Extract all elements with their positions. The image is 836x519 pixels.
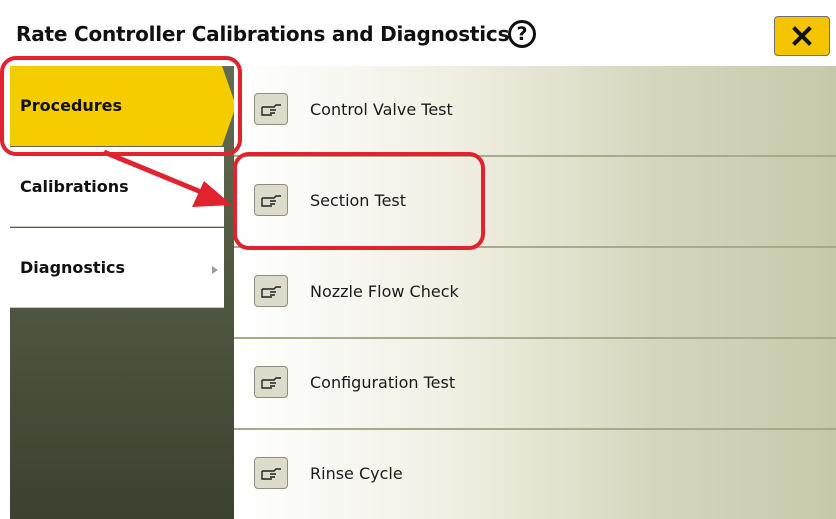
sidebar-item-calibrations[interactable]: Calibrations	[10, 147, 224, 227]
list-item-label: Control Valve Test	[310, 100, 453, 119]
list-item-label: Nozzle Flow Check	[310, 282, 459, 301]
hand-pointer-icon	[254, 275, 288, 307]
list-item-control-valve-test[interactable]: Control Valve Test	[234, 66, 836, 155]
list-item-configuration-test[interactable]: Configuration Test	[234, 339, 836, 428]
sidebar-item-label: Diagnostics	[20, 258, 126, 277]
close-x-icon	[792, 26, 812, 46]
help-icon[interactable]: ?	[508, 20, 536, 48]
list-item-label: Section Test	[310, 191, 407, 210]
hand-pointer-icon	[254, 366, 288, 398]
sidebar: Procedures Calibrations Diagnostics	[10, 66, 236, 519]
list-item-label: Rinse Cycle	[310, 464, 403, 483]
sidebar-item-label: Procedures	[20, 96, 123, 115]
sidebar-item-label: Calibrations	[20, 177, 129, 196]
hand-pointer-icon	[254, 93, 288, 125]
procedure-list: Control Valve Test Section Test Nozzle F…	[234, 66, 836, 519]
page-title: Rate Controller Calibrations and Diagnos…	[16, 22, 510, 46]
list-item-rinse-cycle[interactable]: Rinse Cycle	[234, 430, 836, 519]
list-item-nozzle-flow-check[interactable]: Nozzle Flow Check	[234, 248, 836, 337]
list-item-label: Configuration Test	[310, 373, 456, 392]
sidebar-item-procedures[interactable]: Procedures	[10, 66, 236, 146]
hand-pointer-icon	[254, 457, 288, 489]
hand-pointer-icon	[254, 184, 288, 216]
submenu-arrow-icon	[212, 266, 218, 274]
title-bar: Rate Controller Calibrations and Diagnos…	[0, 0, 836, 66]
list-item-section-test[interactable]: Section Test	[234, 157, 836, 246]
close-button[interactable]	[774, 16, 830, 56]
sidebar-item-diagnostics[interactable]: Diagnostics	[10, 228, 224, 308]
